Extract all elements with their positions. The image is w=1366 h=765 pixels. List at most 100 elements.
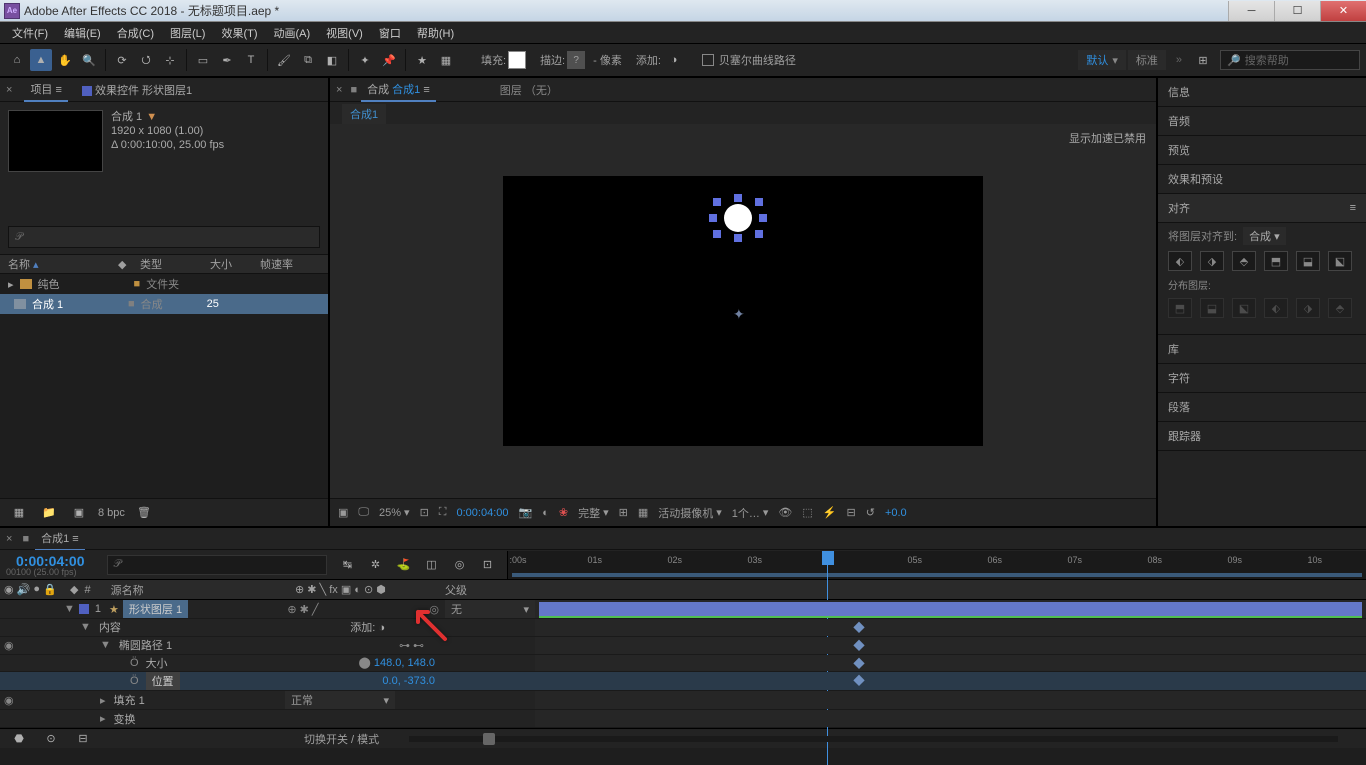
keyframe-icon[interactable] [853,657,864,668]
project-row-comp[interactable]: 合成 1 ■ 合成 25 [0,294,328,314]
brush-tool[interactable]: 🖌 [273,49,295,71]
menu-layer[interactable]: 图层(L) [162,22,213,44]
twirl-icon[interactable]: ▸ [100,694,106,707]
resize-handle[interactable] [709,214,717,222]
orbit-tool[interactable]: ⟳ [111,49,133,71]
playhead[interactable] [822,551,834,565]
reset-exposure-icon[interactable]: ↺ [866,506,875,519]
timeline-search-input[interactable]: 𝒫 [107,555,327,575]
tl-icon-4[interactable]: ◫ [421,554,443,576]
property-row-ellipse[interactable]: ◉ ▼ 椭圆路径 1 ⊶⊷ [0,637,1366,655]
menu-file[interactable]: 文件(F) [4,22,56,44]
bpc-toggle[interactable]: 8 bpc [98,507,125,519]
layer-name[interactable]: 形状图层 1 [123,600,188,618]
exposure-value[interactable]: +0.0 [885,507,907,519]
blend-mode-dropdown[interactable]: 正常▾ [285,691,395,709]
star-icon[interactable]: ★ [411,49,433,71]
property-row-fill[interactable]: ◉ ▸ 填充 1 正常▾ [0,691,1366,710]
twirl-icon[interactable]: ▼ [80,621,91,633]
anchor-point-icon[interactable]: ✦ [733,306,745,323]
preview-panel-header[interactable]: 预览 [1158,136,1366,165]
audio-panel-header[interactable]: 音频 [1158,107,1366,136]
zoom-tool[interactable]: 🔍 [78,49,100,71]
camera-dropdown[interactable]: 活动摄像机 ▾ [658,505,722,521]
timeline-ruler[interactable]: :00s 01s 02s 03s 05s 06s 07s 08s 09s 10s [507,551,1366,579]
dist-bottom-button[interactable]: ⬕ [1232,298,1256,318]
search-help-input[interactable]: 🔎 搜索帮助 [1220,50,1360,70]
selected-shape[interactable] [713,198,763,238]
quality-dropdown[interactable]: 完整 ▾ [578,505,609,521]
keyframe-icon[interactable] [853,622,864,633]
resize-handle[interactable] [759,214,767,222]
workspace-standard[interactable]: 标准 [1128,50,1166,70]
menu-effect[interactable]: 效果(T) [213,22,265,44]
rect-tool[interactable]: ▭ [192,49,214,71]
keyframe-icon[interactable] [853,639,864,650]
comp-viewer-tab[interactable]: 合成 合成1 ≡ [361,78,436,102]
close-icon[interactable]: × [336,84,342,96]
dist-right-button[interactable]: ⬘ [1328,298,1352,318]
comp-thumbnail[interactable] [8,110,103,172]
puppet-tool[interactable]: 📌 [378,49,400,71]
project-search-input[interactable]: 𝒫 [8,226,320,248]
draft-icon[interactable]: ⚡ [823,506,837,519]
menu-composition[interactable]: 合成(C) [109,22,162,44]
info-panel-header[interactable]: 信息 [1158,78,1366,107]
property-row-contents[interactable]: ▼ 内容 添加: ◑ [0,619,1366,637]
resize-handle[interactable] [755,198,763,206]
tl-footer-icon[interactable]: ⬣ [8,728,30,750]
position-label[interactable]: 位置 [146,672,180,690]
position-value[interactable]: 0.0, -373.0 [382,675,435,687]
layer-color-label[interactable] [79,604,89,614]
dist-left-button[interactable]: ⬖ [1264,298,1288,318]
project-row-folder[interactable]: ▸ 纯色 ■ 文件夹 [0,274,328,294]
grid-icon[interactable]: ⊞ [619,506,628,519]
stroke-help-icon[interactable]: ? [567,51,585,69]
size-value[interactable]: 148.0, 148.0 [374,657,435,669]
align-right-button[interactable]: ⬘ [1232,251,1256,271]
align-left-button[interactable]: ⬖ [1168,251,1192,271]
composition-canvas[interactable]: ✦ [503,176,983,446]
grid-icon[interactable]: ▦ [435,49,457,71]
timeline-zoom-slider[interactable] [409,736,1338,742]
eraser-tool[interactable]: ◧ [321,49,343,71]
rotate-tool[interactable]: ⭯ [135,49,157,71]
toggle-switches-label[interactable]: 切换开关 / 模式 [304,731,379,747]
align-to-dropdown[interactable]: 合成 ▾ [1243,227,1286,245]
property-row-position[interactable]: Ö 位置 0.0, -373.0 [0,672,1366,691]
pen-tool[interactable]: ✒ [216,49,238,71]
project-item-list[interactable]: ▸ 纯色 ■ 文件夹 合成 1 ■ 合成 25 [0,274,328,498]
twirl-icon[interactable]: ▼ [64,603,75,615]
minimize-button[interactable]: ─ [1228,1,1274,21]
menu-animation[interactable]: 动画(A) [266,22,319,44]
library-panel-header[interactable]: 库 [1158,335,1366,364]
zoom-dropdown[interactable]: 25% ▾ [379,506,410,519]
menu-help[interactable]: 帮助(H) [409,22,462,44]
current-time-display[interactable]: 0:00:04:00 [457,507,509,519]
tl-icon-2[interactable]: ✲ [365,554,387,576]
tl-icon-6[interactable]: ⊡ [477,554,499,576]
tl-icon-5[interactable]: ◎ [449,554,471,576]
comp-subtab[interactable]: 合成1 [342,104,386,124]
snap-icon[interactable]: ⛶ [439,506,447,519]
tl-icon-1[interactable]: ↹ [337,554,359,576]
workspace-default[interactable]: 默认▾ [1078,50,1126,70]
home-icon[interactable]: ⌂ [6,49,28,71]
tl-footer-icon[interactable]: ⊟ [72,728,94,750]
align-vcenter-button[interactable]: ⬓ [1296,251,1320,271]
guides-icon[interactable]: ▦ [638,506,648,519]
color-icon[interactable]: ❀ [559,506,568,519]
tracker-panel-header[interactable]: 跟踪器 [1158,422,1366,451]
resize-handle[interactable] [734,234,742,242]
res-icon[interactable]: ⊡ [420,506,429,519]
project-tab[interactable]: 项目 ≡ [24,78,67,102]
snapshot-icon[interactable]: 📷 [519,506,533,519]
align-top-button[interactable]: ⬒ [1264,251,1288,271]
resize-handle[interactable] [734,194,742,202]
dist-hcenter-button[interactable]: ⬗ [1296,298,1320,318]
workspace-icon[interactable]: ⊞ [1192,49,1214,71]
timeline-icon[interactable]: ⊟ [847,506,856,519]
effects-panel-header[interactable]: 效果和预设 [1158,165,1366,194]
parent-dropdown[interactable]: 无▾ [445,600,535,618]
text-tool[interactable]: T [240,49,262,71]
